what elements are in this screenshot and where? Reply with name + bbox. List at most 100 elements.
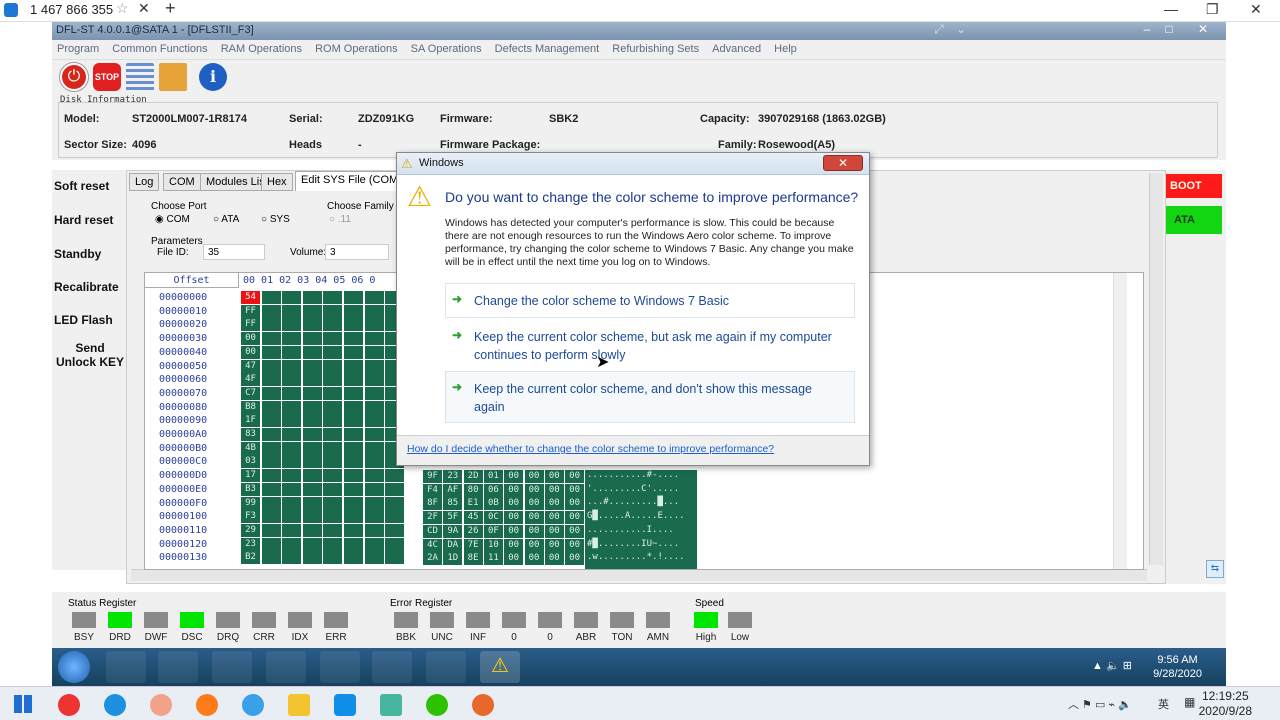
hex-byte[interactable]: 00 bbox=[524, 538, 544, 552]
hex-byte-cell[interactable] bbox=[344, 469, 363, 483]
hex-byte-cell[interactable] bbox=[344, 291, 363, 304]
hex-byte-cell[interactable] bbox=[261, 523, 281, 537]
hex-byte-cell[interactable] bbox=[282, 304, 302, 318]
hex-byte-cell[interactable] bbox=[302, 523, 322, 537]
hex-byte-cell[interactable] bbox=[364, 441, 384, 455]
hex-byte[interactable]: B2 bbox=[241, 551, 260, 565]
restore-icon[interactable]: ❐ bbox=[1206, 1, 1219, 18]
standby-button[interactable]: Standby bbox=[54, 247, 101, 261]
ime-indicator[interactable]: 英 bbox=[1158, 696, 1169, 712]
option-keep-ask-again[interactable]: ➜ Keep the current color scheme, but ask… bbox=[445, 319, 855, 369]
hex-byte-cell[interactable] bbox=[344, 345, 363, 359]
hex-byte-cell[interactable] bbox=[364, 414, 384, 428]
menu-ram-operations[interactable]: RAM Operations bbox=[216, 40, 307, 58]
hex-byte-cell[interactable] bbox=[344, 482, 363, 496]
hex-byte-cell[interactable] bbox=[323, 414, 343, 428]
hex-byte-cell[interactable] bbox=[302, 359, 322, 373]
host-app-icon-1[interactable] bbox=[58, 694, 80, 716]
remote-dfl-icon-1[interactable] bbox=[372, 651, 412, 683]
hex-byte[interactable]: 00 bbox=[504, 524, 524, 538]
hex-byte-cell[interactable] bbox=[323, 359, 343, 373]
hex-byte-cell[interactable] bbox=[302, 414, 322, 428]
hex-byte[interactable]: 17 bbox=[241, 469, 260, 483]
windows-start-icon[interactable] bbox=[14, 695, 32, 713]
hex-byte-cell[interactable] bbox=[364, 496, 384, 510]
hex-byte-cell[interactable] bbox=[323, 304, 343, 318]
list-icon[interactable] bbox=[126, 63, 154, 91]
hex-byte-cell[interactable] bbox=[282, 373, 302, 387]
hex-byte-cell[interactable] bbox=[261, 332, 281, 346]
hex-byte-cell[interactable] bbox=[261, 469, 281, 483]
hex-byte[interactable]: 00 bbox=[544, 511, 564, 525]
session-tab-title[interactable]: 1 467 866 355 bbox=[30, 2, 113, 17]
hex-byte-cell[interactable] bbox=[344, 386, 363, 400]
hex-byte-cell[interactable] bbox=[323, 496, 343, 510]
hex-byte[interactable]: C7 bbox=[241, 386, 260, 400]
hex-byte-cell[interactable] bbox=[302, 291, 322, 304]
app-close-icon[interactable]: ✕ bbox=[1192, 22, 1214, 36]
hex-byte-cell[interactable] bbox=[282, 455, 302, 469]
hex-byte-cell[interactable] bbox=[302, 304, 322, 318]
hex-byte[interactable]: B3 bbox=[241, 482, 260, 496]
host-app-icon-10[interactable] bbox=[472, 694, 494, 716]
hex-byte-cell[interactable] bbox=[344, 551, 363, 565]
hex-byte-cell[interactable] bbox=[282, 386, 302, 400]
hex-byte-cell[interactable] bbox=[282, 400, 302, 414]
remote-app-icon-1[interactable] bbox=[106, 651, 146, 683]
hex-byte[interactable]: 11 bbox=[483, 552, 503, 566]
hex-byte[interactable]: 03 bbox=[241, 455, 260, 469]
remote-app-icon-2[interactable] bbox=[158, 651, 198, 683]
hex-byte-cell[interactable] bbox=[385, 537, 405, 551]
hex-byte-cell[interactable] bbox=[302, 345, 322, 359]
menu-program[interactable]: Program bbox=[52, 40, 104, 58]
hex-byte-cell[interactable] bbox=[302, 318, 322, 332]
hex-byte[interactable]: 00 bbox=[241, 332, 260, 346]
hex-byte-cell[interactable] bbox=[282, 510, 302, 524]
hex-byte-cell[interactable] bbox=[364, 304, 384, 318]
send-unlock-key-button[interactable]: Send Unlock KEY bbox=[54, 341, 126, 369]
hex-byte[interactable]: 00 bbox=[504, 497, 524, 511]
hex-byte[interactable]: 00 bbox=[565, 497, 585, 511]
hex-byte[interactable]: 00 bbox=[544, 483, 564, 497]
stop-button[interactable]: STOP bbox=[93, 63, 121, 91]
hex-byte[interactable]: 83 bbox=[241, 428, 260, 441]
port-com-radio[interactable]: ◉ COM bbox=[155, 214, 190, 225]
hex-byte[interactable]: F3 bbox=[241, 510, 260, 524]
hex-byte[interactable]: 80 bbox=[463, 483, 483, 497]
hex-byte-cell[interactable] bbox=[364, 291, 384, 304]
remote-warning-icon[interactable]: ⚠ bbox=[480, 651, 520, 683]
host-tray-icons[interactable]: ︿ ⚑ ▭ ⌁ 🔈 bbox=[1068, 696, 1132, 712]
hex-byte-cell[interactable] bbox=[302, 373, 322, 387]
hex-byte-cell[interactable] bbox=[385, 496, 405, 510]
hex-byte[interactable]: 00 bbox=[565, 524, 585, 538]
app-maximize-icon[interactable]: □ bbox=[1158, 22, 1180, 36]
hex-byte[interactable]: 00 bbox=[504, 552, 524, 566]
hex-byte[interactable]: 29 bbox=[241, 523, 260, 537]
power-icon[interactable]: ⏻ bbox=[60, 63, 88, 91]
hex-byte-cell[interactable] bbox=[323, 332, 343, 346]
hex-byte[interactable]: 47 bbox=[241, 359, 260, 373]
hex-byte-cell[interactable] bbox=[344, 455, 363, 469]
hex-byte-cell[interactable] bbox=[344, 537, 363, 551]
remote-app-icon-4[interactable] bbox=[266, 651, 306, 683]
hex-byte-cell[interactable] bbox=[344, 332, 363, 346]
menu-advanced[interactable]: Advanced bbox=[707, 40, 766, 58]
volume-input[interactable]: 3 bbox=[325, 244, 389, 260]
hex-byte[interactable]: 99 bbox=[241, 496, 260, 510]
hex-byte[interactable]: F4 bbox=[423, 483, 442, 497]
hex-byte-cell[interactable] bbox=[282, 551, 302, 565]
host-teamviewer-icon[interactable] bbox=[334, 694, 356, 716]
hex-byte[interactable]: 06 bbox=[483, 483, 503, 497]
hex-byte-cell[interactable] bbox=[364, 332, 384, 346]
hex-byte[interactable]: FF bbox=[241, 318, 260, 332]
hex-byte[interactable]: 00 bbox=[524, 483, 544, 497]
hex-byte-cell[interactable] bbox=[261, 318, 281, 332]
hex-byte[interactable]: 00 bbox=[544, 497, 564, 511]
hex-byte[interactable]: 2F bbox=[423, 511, 442, 525]
hex-byte-cell[interactable] bbox=[364, 469, 384, 483]
hex-byte-cell[interactable] bbox=[323, 345, 343, 359]
hex-byte-cell[interactable] bbox=[261, 386, 281, 400]
hex-byte-cell[interactable] bbox=[282, 332, 302, 346]
hex-byte-cell[interactable] bbox=[302, 332, 322, 346]
option-keep-dont-show[interactable]: ➜ Keep the current color scheme, and don… bbox=[445, 371, 855, 423]
